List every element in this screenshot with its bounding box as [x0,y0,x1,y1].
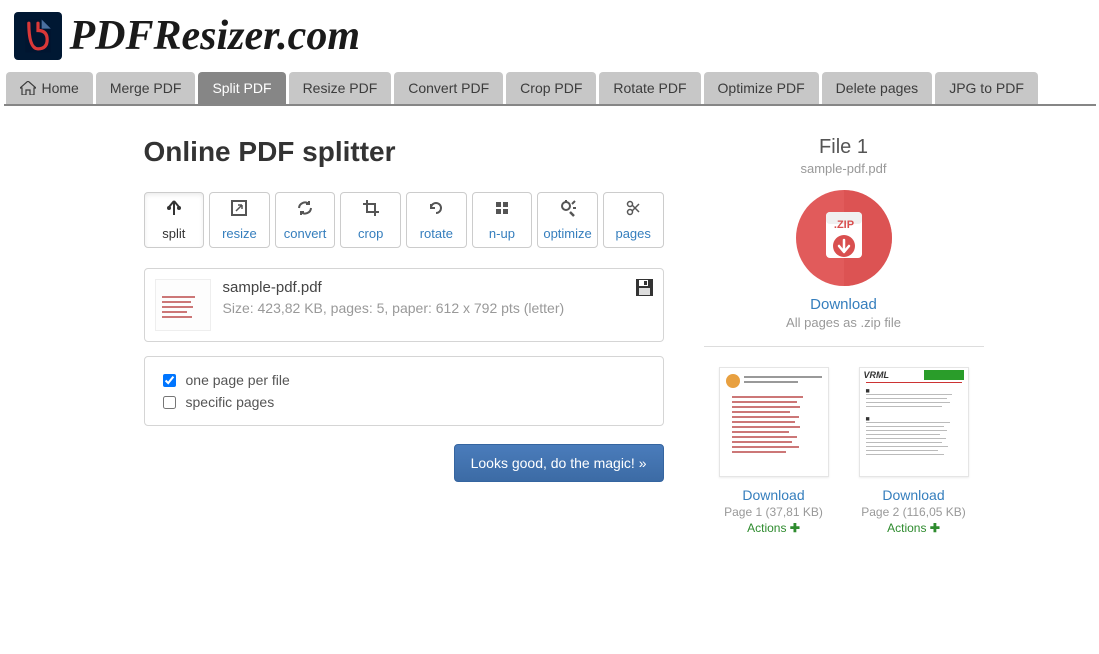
page-actions-link[interactable]: Actions ✚ [714,521,834,535]
plus-icon: ✚ [930,521,940,535]
tool-tab-resize[interactable]: resize [209,192,270,248]
tool-tab-rotate[interactable]: rotate [406,192,467,248]
page-thumbnail[interactable]: VRML ■ ■ [859,367,969,477]
tool-tab-label: n-up [489,226,515,241]
page-actions-label: Actions [747,521,786,535]
zip-download-section: .ZIP Download All pages as .zip file [704,190,984,347]
svg-text:.ZIP: .ZIP [833,219,853,231]
nav-convert-pdf[interactable]: Convert PDF [394,72,503,104]
tool-tab-label: rotate [420,226,453,241]
save-button[interactable] [636,279,653,301]
convert-icon [296,199,314,222]
sidebar-file-name: sample-pdf.pdf [704,161,984,176]
file-card: sample-pdf.pdf Size: 423,82 KB, pages: 5… [144,268,664,342]
crop-icon [362,199,380,222]
nav-label: Merge PDF [110,80,182,96]
nav-label: JPG to PDF [949,80,1024,96]
page-download-link[interactable]: Download [854,487,974,503]
page-actions-label: Actions [887,521,926,535]
tool-tab-nup[interactable]: n-up [472,192,533,248]
nav-label: Crop PDF [520,80,582,96]
nav-label: Convert PDF [408,80,489,96]
tool-tabs: split resize convert [144,192,664,248]
zip-download-sub: All pages as .zip file [704,315,984,330]
pages-icon [624,199,642,222]
option-specific-pages[interactable]: specific pages [163,391,645,413]
nav-label: Optimize PDF [718,80,805,96]
home-icon [20,81,36,95]
split-icon [165,199,183,222]
nav-optimize-pdf[interactable]: Optimize PDF [704,72,819,104]
nav-delete-pages[interactable]: Delete pages [822,72,933,104]
resize-icon [230,199,248,222]
nav-label: Delete pages [836,80,919,96]
file-thumbnail [155,279,211,331]
nav-crop-pdf[interactable]: Crop PDF [506,72,596,104]
tool-tab-label: pages [615,226,650,241]
tool-tab-label: resize [222,226,257,241]
tool-tab-crop[interactable]: crop [340,192,401,248]
option-label: specific pages [186,394,275,410]
tool-tab-optimize[interactable]: optimize [537,192,598,248]
zip-icon[interactable]: .ZIP [796,190,892,286]
split-options: one page per file specific pages [144,356,664,426]
header: PDFResizer.com [4,0,1096,72]
nav-jpg-to-pdf[interactable]: JPG to PDF [935,72,1038,104]
logo[interactable]: PDFResizer.com [14,12,1086,60]
nav-merge-pdf[interactable]: Merge PDF [96,72,196,104]
file-name: sample-pdf.pdf [223,279,624,296]
nav-label: Rotate PDF [613,80,686,96]
zip-download-link[interactable]: Download [704,296,984,313]
page-thumbnail[interactable] [719,367,829,477]
file-meta: Size: 423,82 KB, pages: 5, paper: 612 x … [223,300,624,316]
nav-label: Home [42,80,79,96]
tool-tab-pages[interactable]: pages [603,192,664,248]
option-label: one page per file [186,372,290,388]
tool-tab-label: crop [358,226,383,241]
page-download-link[interactable]: Download [714,487,834,503]
page-actions-link[interactable]: Actions ✚ [854,521,974,535]
sidebar-file-title: File 1 [704,136,984,159]
tool-tab-label: convert [284,226,327,241]
nav-home[interactable]: Home [6,72,93,104]
page-meta: Page 2 (116,05 KB) [854,505,974,519]
main-nav: Home Merge PDF Split PDF Resize PDF Conv… [4,72,1096,106]
nav-label: Resize PDF [303,80,378,96]
nav-split-pdf[interactable]: Split PDF [198,72,285,104]
page-item-1: Download Page 1 (37,81 KB) Actions ✚ [714,367,834,535]
plus-icon: ✚ [790,521,800,535]
page-item-2: VRML ■ ■ [854,367,974,535]
tool-tab-label: split [162,226,185,241]
checkbox-one-page[interactable] [163,374,176,387]
optimize-icon [559,199,577,222]
save-icon [636,279,653,296]
logo-icon [14,12,62,60]
page-title: Online PDF splitter [144,136,664,168]
do-magic-button[interactable]: Looks good, do the magic! » [454,444,664,482]
tool-tab-split[interactable]: split [144,192,205,248]
nav-label: Split PDF [212,80,271,96]
option-one-page-per-file[interactable]: one page per file [163,369,645,391]
tool-tab-label: optimize [543,226,591,241]
rotate-icon [427,199,445,222]
checkbox-specific-pages[interactable] [163,396,176,409]
page-meta: Page 1 (37,81 KB) [714,505,834,519]
site-name: PDFResizer.com [70,12,361,60]
nav-resize-pdf[interactable]: Resize PDF [289,72,392,104]
nup-icon [493,199,511,222]
page-grid: Download Page 1 (37,81 KB) Actions ✚ VRM… [704,367,984,535]
tool-tab-convert[interactable]: convert [275,192,336,248]
nav-rotate-pdf[interactable]: Rotate PDF [599,72,700,104]
